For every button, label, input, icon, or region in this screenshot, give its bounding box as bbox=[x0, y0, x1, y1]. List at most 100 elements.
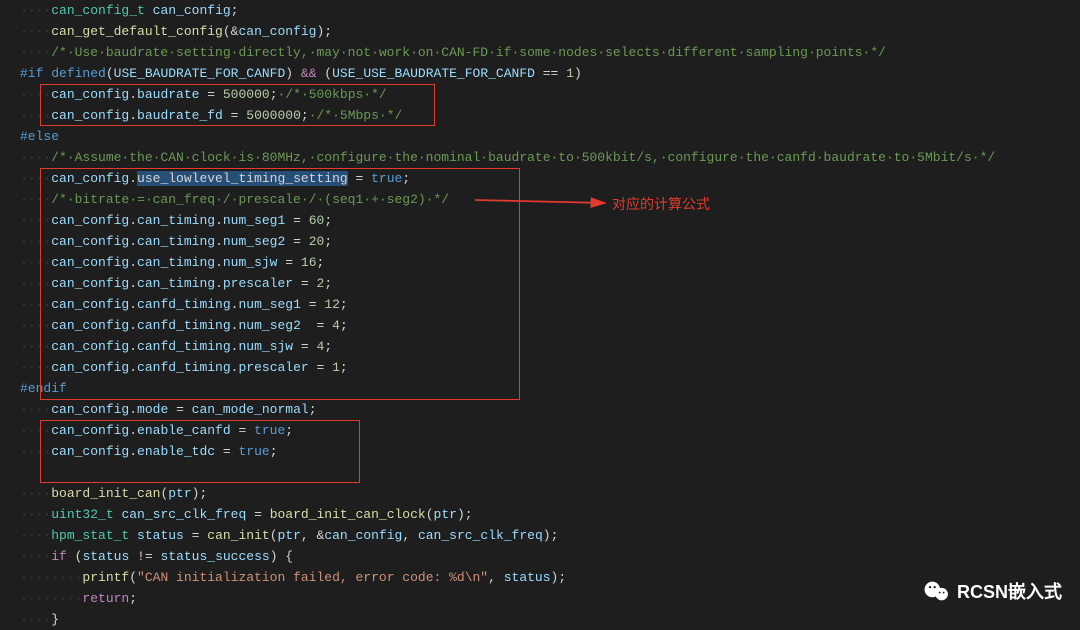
code-line[interactable]: ····} bbox=[20, 609, 1080, 630]
token-op: . bbox=[129, 339, 137, 354]
code-line[interactable]: ····if (status != status_success) { bbox=[20, 546, 1080, 567]
token-op: ; bbox=[324, 276, 332, 291]
code-line[interactable]: ····/*·Assume·the·CAN·clock·is·80MHz,·co… bbox=[20, 147, 1080, 168]
token-fn: can_init bbox=[207, 528, 269, 543]
gutter-line bbox=[0, 21, 16, 42]
code-line[interactable]: ····can_config.can_timing.prescaler = 2; bbox=[20, 273, 1080, 294]
code-line[interactable]: #endif bbox=[20, 378, 1080, 399]
code-line[interactable]: ····can_config.can_timing.num_seg2 = 20; bbox=[20, 231, 1080, 252]
code-line[interactable]: ····/*·Use·baudrate·setting·directly,·ma… bbox=[20, 42, 1080, 63]
token-ws: ···· bbox=[20, 24, 51, 39]
code-line[interactable]: ····/*·bitrate·=·can_freq·/·prescale·/·(… bbox=[20, 189, 1080, 210]
token-id: can_config bbox=[51, 213, 129, 228]
code-line[interactable]: ····can_config.baudrate_fd = 5000000;·/*… bbox=[20, 105, 1080, 126]
token-op: . bbox=[215, 255, 223, 270]
gutter-line bbox=[0, 294, 16, 315]
token-op: } bbox=[51, 612, 59, 627]
token-op: . bbox=[129, 360, 137, 375]
token-op: (& bbox=[223, 24, 239, 39]
code-line[interactable]: ········printf("CAN initialization faile… bbox=[20, 567, 1080, 588]
token-cm: ·/*·5Mbps·*/ bbox=[309, 108, 403, 123]
token-ws: ···· bbox=[20, 87, 51, 102]
code-line[interactable]: ····can_config.canfd_timing.num_sjw = 4; bbox=[20, 336, 1080, 357]
code-line[interactable]: ····can_config.enable_canfd = true; bbox=[20, 420, 1080, 441]
token-ws: ···· bbox=[20, 507, 51, 522]
code-line[interactable]: ····can_get_default_config(&can_config); bbox=[20, 21, 1080, 42]
token-op: ; bbox=[270, 87, 278, 102]
code-area[interactable]: ····can_config_t can_config;····can_get_… bbox=[20, 0, 1080, 623]
token-ws: ········ bbox=[20, 570, 82, 585]
token-op: , bbox=[402, 528, 418, 543]
token-ty: hpm_stat_t bbox=[51, 528, 129, 543]
token-op: . bbox=[129, 108, 137, 123]
token-op: = bbox=[199, 87, 222, 102]
token-macro: #if bbox=[20, 66, 43, 81]
token-ws: ···· bbox=[20, 45, 51, 60]
token-id: can_src_clk_freq bbox=[418, 528, 543, 543]
token-bool: true bbox=[371, 171, 402, 186]
token-op: ( bbox=[106, 66, 114, 81]
token-id: mode bbox=[137, 402, 168, 417]
token-op: = bbox=[168, 402, 191, 417]
gutter-line bbox=[0, 546, 16, 567]
gutter-line bbox=[0, 168, 16, 189]
code-line[interactable]: ····can_config_t can_config; bbox=[20, 0, 1080, 21]
gutter-line bbox=[0, 105, 16, 126]
token-id: num_seg1 bbox=[223, 213, 285, 228]
code-line[interactable]: ····can_config.canfd_timing.prescaler = … bbox=[20, 357, 1080, 378]
token-id: can_config bbox=[51, 318, 129, 333]
gutter-line bbox=[0, 378, 16, 399]
token-op: ); bbox=[543, 528, 559, 543]
token-id: baudrate bbox=[137, 87, 199, 102]
code-line[interactable]: ····can_config.use_lowlevel_timing_setti… bbox=[20, 168, 1080, 189]
code-line[interactable]: ····can_config.canfd_timing.num_seg2 = 4… bbox=[20, 315, 1080, 336]
token-id: can_timing bbox=[137, 213, 215, 228]
token-op: ( bbox=[317, 66, 333, 81]
token-op: ; bbox=[309, 402, 317, 417]
token-num: 500000 bbox=[223, 87, 270, 102]
token-op: = bbox=[293, 276, 316, 291]
token-ws: ···· bbox=[20, 423, 51, 438]
token-hilite: use_lowlevel_timing_setting bbox=[137, 171, 348, 186]
token-id: enable_canfd bbox=[137, 423, 231, 438]
code-line[interactable]: ········return; bbox=[20, 588, 1080, 609]
code-line[interactable]: #else bbox=[20, 126, 1080, 147]
token-ws: ···· bbox=[20, 549, 51, 564]
token-op bbox=[145, 3, 153, 18]
token-op: != bbox=[129, 549, 160, 564]
token-num: 1 bbox=[566, 66, 574, 81]
code-line[interactable]: ····can_config.can_timing.num_seg1 = 60; bbox=[20, 210, 1080, 231]
token-op: . bbox=[129, 171, 137, 186]
gutter-line bbox=[0, 399, 16, 420]
code-line[interactable]: ····can_config.baudrate = 500000;·/*·500… bbox=[20, 84, 1080, 105]
code-line[interactable]: ····can_config.enable_tdc = true; bbox=[20, 441, 1080, 462]
token-ws: ···· bbox=[20, 360, 51, 375]
token-op: ); bbox=[551, 570, 567, 585]
code-line[interactable]: ····can_config.can_timing.num_sjw = 16; bbox=[20, 252, 1080, 273]
token-ws: ···· bbox=[20, 612, 51, 627]
code-line[interactable]: ····hpm_stat_t status = can_init(ptr, &c… bbox=[20, 525, 1080, 546]
token-id: can_mode_normal bbox=[192, 402, 309, 417]
token-op: . bbox=[129, 87, 137, 102]
code-line[interactable]: ····can_config.mode = can_mode_normal; bbox=[20, 399, 1080, 420]
token-num: 16 bbox=[301, 255, 317, 270]
token-op: ( bbox=[67, 549, 83, 564]
gutter-line bbox=[0, 588, 16, 609]
token-op: ; bbox=[317, 255, 325, 270]
token-id: can_config bbox=[51, 234, 129, 249]
token-id: can_config bbox=[51, 276, 129, 291]
code-line[interactable]: #if defined(USE_BAUDRATE_FOR_CANFD) && (… bbox=[20, 63, 1080, 84]
token-op: ; bbox=[340, 360, 348, 375]
token-ws: ········ bbox=[20, 591, 82, 606]
token-id: prescaler bbox=[223, 276, 293, 291]
token-id: ptr bbox=[434, 507, 457, 522]
token-cm: ·/*·500kbps·*/ bbox=[278, 87, 387, 102]
token-op: . bbox=[215, 234, 223, 249]
code-line[interactable]: ····uint32_t can_src_clk_freq = board_in… bbox=[20, 504, 1080, 525]
token-ws: ···· bbox=[20, 108, 51, 123]
code-line[interactable] bbox=[20, 462, 1080, 483]
token-id: enable_tdc bbox=[137, 444, 215, 459]
code-line[interactable]: ····board_init_can(ptr); bbox=[20, 483, 1080, 504]
token-ty: uint32_t bbox=[51, 507, 113, 522]
code-line[interactable]: ····can_config.canfd_timing.num_seg1 = 1… bbox=[20, 294, 1080, 315]
